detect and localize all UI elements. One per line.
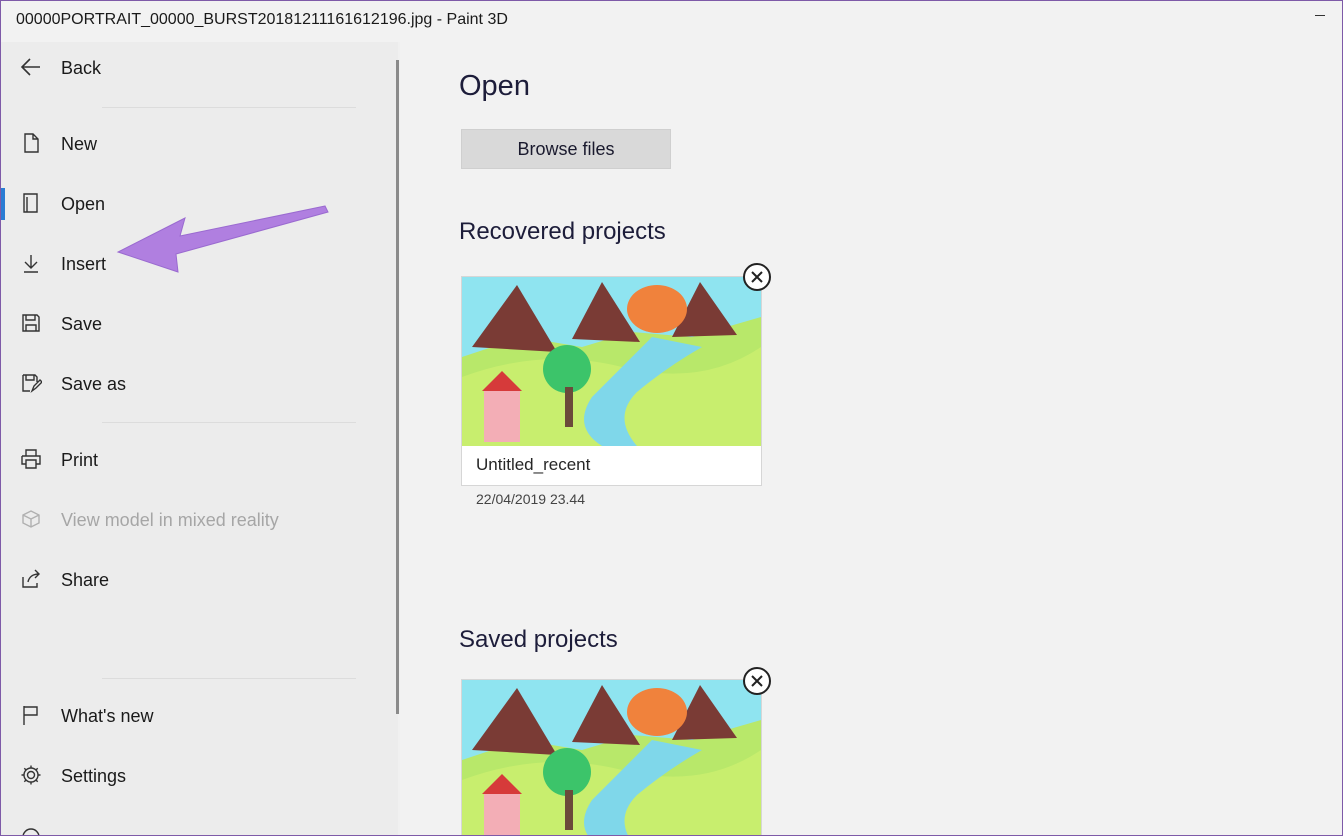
sidebar-item-label: New	[61, 134, 98, 154]
sidebar-item-label: Print	[61, 450, 99, 470]
sidebar-item-save[interactable]: Save	[0, 301, 380, 347]
main-panel: Open Browse files Recovered projects Unt…	[400, 42, 1343, 836]
sidebar-item-label: Save	[61, 314, 103, 334]
flag-icon	[20, 704, 42, 726]
sidebar-item-new[interactable]: New	[0, 121, 380, 167]
sidebar-item-mixed-reality: View model in mixed reality	[0, 497, 380, 543]
project-name: Untitled_recent	[476, 455, 591, 474]
page-title: Open	[459, 70, 530, 102]
browse-files-button[interactable]: Browse files	[461, 129, 671, 169]
sidebar-item-open[interactable]: Open	[0, 181, 380, 227]
window-title: 00000PORTRAIT_00000_BURST201812111616121…	[16, 11, 508, 28]
sidebar-item-label: Settings	[61, 766, 127, 786]
sidebar-item-label: Open	[61, 194, 106, 214]
title-bar: 00000PORTRAIT_00000_BURST201812111616121…	[0, 0, 1343, 42]
saved-project-card[interactable]	[461, 679, 762, 836]
sidebar-item-whats-new[interactable]: What's new	[0, 693, 380, 739]
divider	[102, 678, 356, 679]
recovered-project-card[interactable]: Untitled_recent	[461, 276, 762, 486]
gear-icon	[20, 764, 42, 786]
divider	[102, 107, 356, 108]
sidebar-item-label: What's new	[61, 706, 154, 726]
project-thumbnail	[462, 277, 761, 446]
minimize-button[interactable]	[1297, 0, 1343, 32]
sidebar-item-insert[interactable]: Insert	[0, 241, 380, 287]
back-arrow-icon	[20, 56, 42, 78]
sidebar-item-label: Save as	[61, 374, 127, 394]
printer-icon	[20, 448, 42, 470]
insert-download-icon	[20, 252, 42, 274]
sidebar-item-print[interactable]: Print	[0, 437, 380, 483]
feedback-icon	[20, 826, 42, 836]
saved-projects-title: Saved projects	[459, 626, 618, 653]
open-file-icon	[20, 192, 42, 214]
back-label: Back	[61, 58, 102, 78]
project-date: 22/04/2019 23.44	[476, 491, 585, 507]
divider	[102, 422, 356, 423]
back-button[interactable]: Back	[0, 45, 380, 91]
new-file-icon	[20, 132, 42, 154]
sidebar: Back New Open Insert Save Save as Print …	[0, 42, 398, 836]
sidebar-item-settings[interactable]: Settings	[0, 753, 380, 799]
share-icon	[20, 568, 42, 590]
remove-saved-close-icon[interactable]	[742, 666, 772, 696]
recovered-projects-title: Recovered projects	[459, 218, 666, 245]
active-indicator	[0, 188, 5, 220]
sidebar-item-save-as[interactable]: Save as	[0, 361, 380, 407]
sidebar-item-label: Share	[61, 570, 110, 590]
sidebar-item-label: View model in mixed reality	[61, 510, 279, 530]
sidebar-item-label: Insert	[61, 254, 107, 274]
save-as-icon	[20, 372, 42, 394]
sidebar-item-share[interactable]: Share	[0, 557, 380, 603]
project-thumbnail	[462, 680, 761, 836]
sidebar-scrollbar[interactable]	[396, 60, 399, 714]
save-floppy-icon	[20, 312, 42, 334]
mixed-reality-icon	[20, 508, 42, 530]
remove-recovered-close-icon[interactable]	[742, 262, 772, 292]
